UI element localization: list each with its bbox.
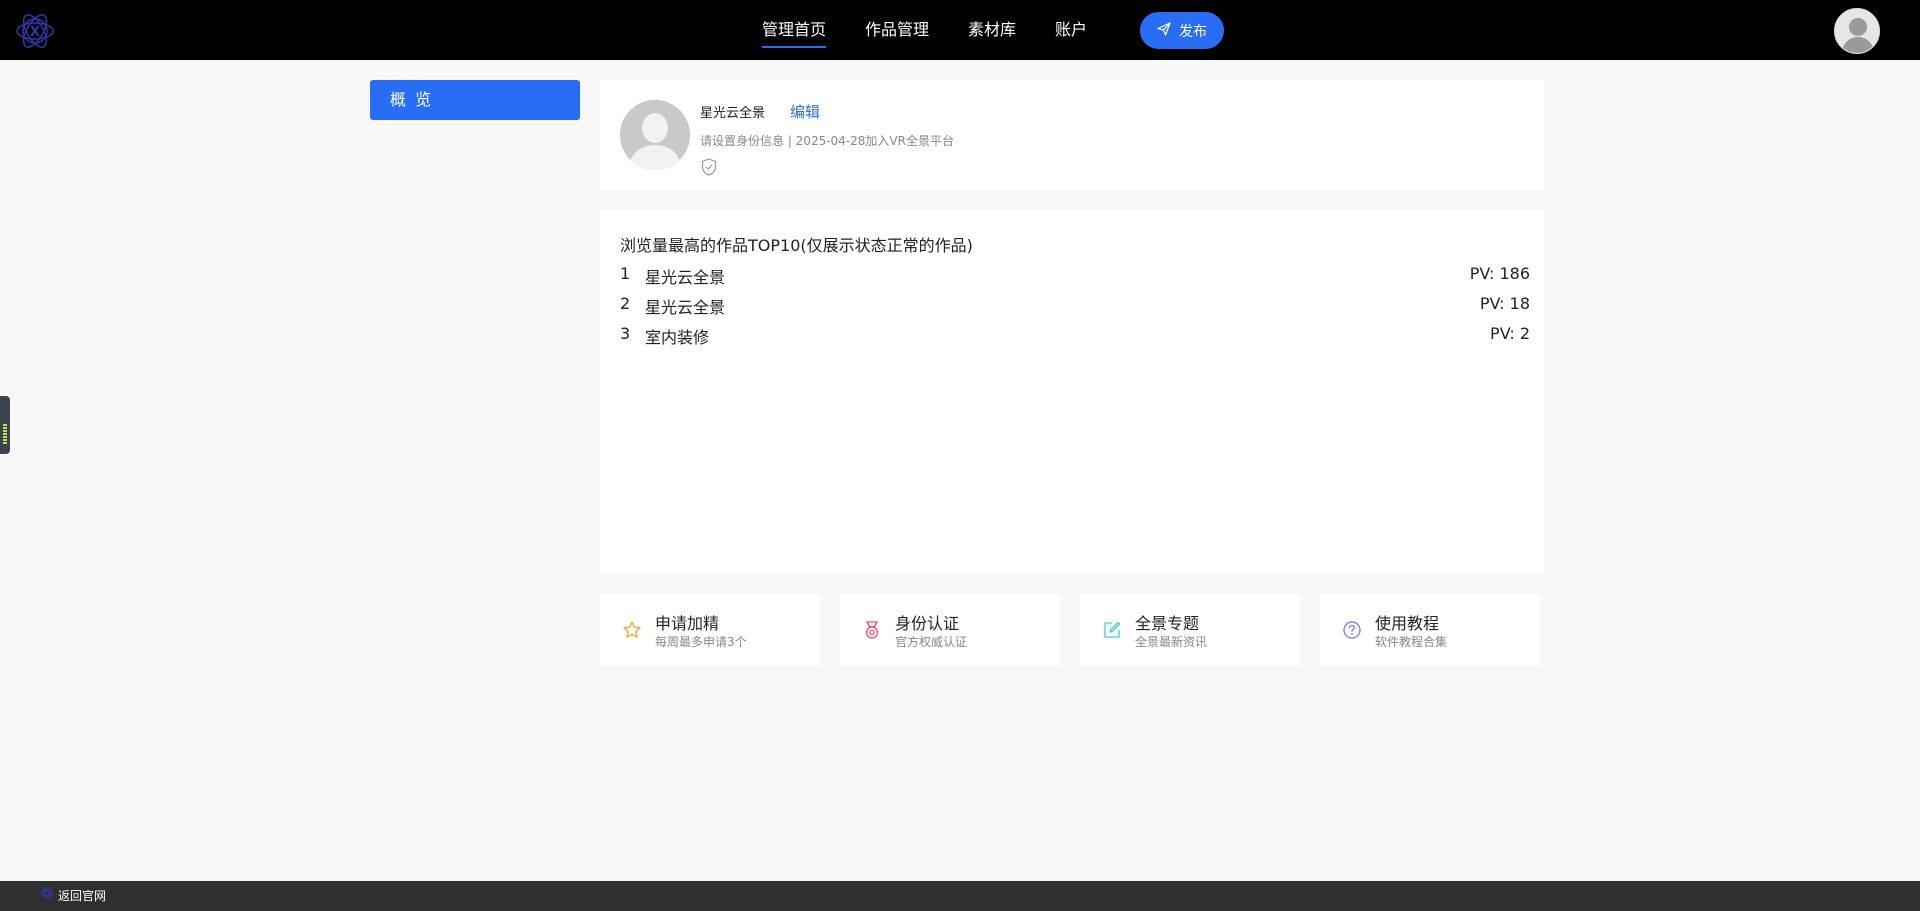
- quick-card-apply-featured[interactable]: 申请加精 每周最多申请3个: [600, 594, 820, 666]
- publish-button[interactable]: 发布: [1140, 12, 1224, 49]
- publish-label: 发布: [1179, 23, 1207, 40]
- logo-icon[interactable]: X: [14, 10, 56, 52]
- nav-item-home[interactable]: 管理首页: [762, 0, 827, 60]
- nav-item-account[interactable]: 账户: [1055, 0, 1087, 60]
- send-icon: [1157, 21, 1171, 40]
- edit-icon: [1102, 620, 1122, 640]
- star-icon: [622, 620, 642, 640]
- svg-text:X: X: [30, 25, 40, 40]
- quick-card-title: 申请加精: [655, 614, 720, 633]
- work-name: 星光云全景: [645, 298, 726, 317]
- medal-icon: [862, 620, 882, 640]
- work-name: 星光云全景: [645, 268, 726, 287]
- list-item[interactable]: 2 星光云全景 PV: 18: [620, 294, 1530, 317]
- user-avatar[interactable]: [1834, 8, 1880, 54]
- shield-icon[interactable]: [701, 158, 717, 176]
- pv-count: PV: 2: [1490, 324, 1530, 343]
- quick-card-desc: 官方权威认证: [895, 635, 968, 649]
- main-nav: 管理首页 作品管理 素材库 账户: [762, 0, 1126, 60]
- quick-card-title: 身份认证: [895, 614, 960, 633]
- quick-card-title: 使用教程: [1375, 614, 1440, 633]
- quick-card-desc: 每周最多申请3个: [655, 635, 747, 649]
- help-icon: [1342, 620, 1362, 640]
- nav-item-works[interactable]: 作品管理: [865, 0, 929, 60]
- quick-card-topics[interactable]: 全景专题 全景最新资讯: [1080, 594, 1300, 666]
- rank-number: 2: [620, 294, 631, 313]
- quick-card-tutorial[interactable]: 使用教程 软件教程合集: [1320, 594, 1540, 666]
- logo-small-icon: [40, 881, 54, 911]
- rank-number: 1: [620, 264, 631, 283]
- sidebar-item-overview[interactable]: 概 览: [370, 80, 580, 120]
- quick-card-title: 全景专题: [1135, 614, 1200, 633]
- bottom-bar: 返回官网: [0, 881, 1920, 911]
- nav-item-materials[interactable]: 素材库: [968, 0, 1016, 60]
- list-item[interactable]: 1 星光云全景 PV: 186: [620, 264, 1530, 287]
- top-navbar: X 管理首页 作品管理 素材库 账户 发布: [0, 0, 1920, 60]
- profile-card: 星光云全景 编辑 请设置身份信息 | 2025-04-28加入VR全景平台: [600, 80, 1544, 190]
- profile-name: 星光云全景: [700, 106, 766, 121]
- profile-subtitle: 请设置身份信息 | 2025-04-28加入VR全景平台: [700, 134, 954, 148]
- back-to-site-label: 返回官网: [58, 889, 107, 903]
- rank-number: 3: [620, 324, 631, 343]
- quick-card-identity[interactable]: 身份认证 官方权威认证: [840, 594, 1060, 666]
- top10-title: 浏览量最高的作品TOP10(仅展示状态正常的作品): [620, 236, 973, 255]
- pv-count: PV: 186: [1469, 264, 1530, 283]
- back-to-site-link[interactable]: 返回官网: [40, 881, 106, 911]
- quick-card-desc: 全景最新资讯: [1135, 635, 1208, 649]
- side-drawer-handle[interactable]: [0, 396, 10, 454]
- handle-grip-icon: [3, 424, 7, 444]
- work-name: 室内装修: [645, 328, 710, 347]
- edit-profile-link[interactable]: 编辑: [790, 101, 820, 122]
- pv-count: PV: 18: [1479, 294, 1530, 313]
- quick-card-desc: 软件教程合集: [1375, 635, 1448, 649]
- profile-avatar: [620, 100, 690, 170]
- list-item[interactable]: 3 室内装修 PV: 2: [620, 324, 1530, 347]
- top10-card: 浏览量最高的作品TOP10(仅展示状态正常的作品) 1 星光云全景 PV: 18…: [600, 210, 1544, 573]
